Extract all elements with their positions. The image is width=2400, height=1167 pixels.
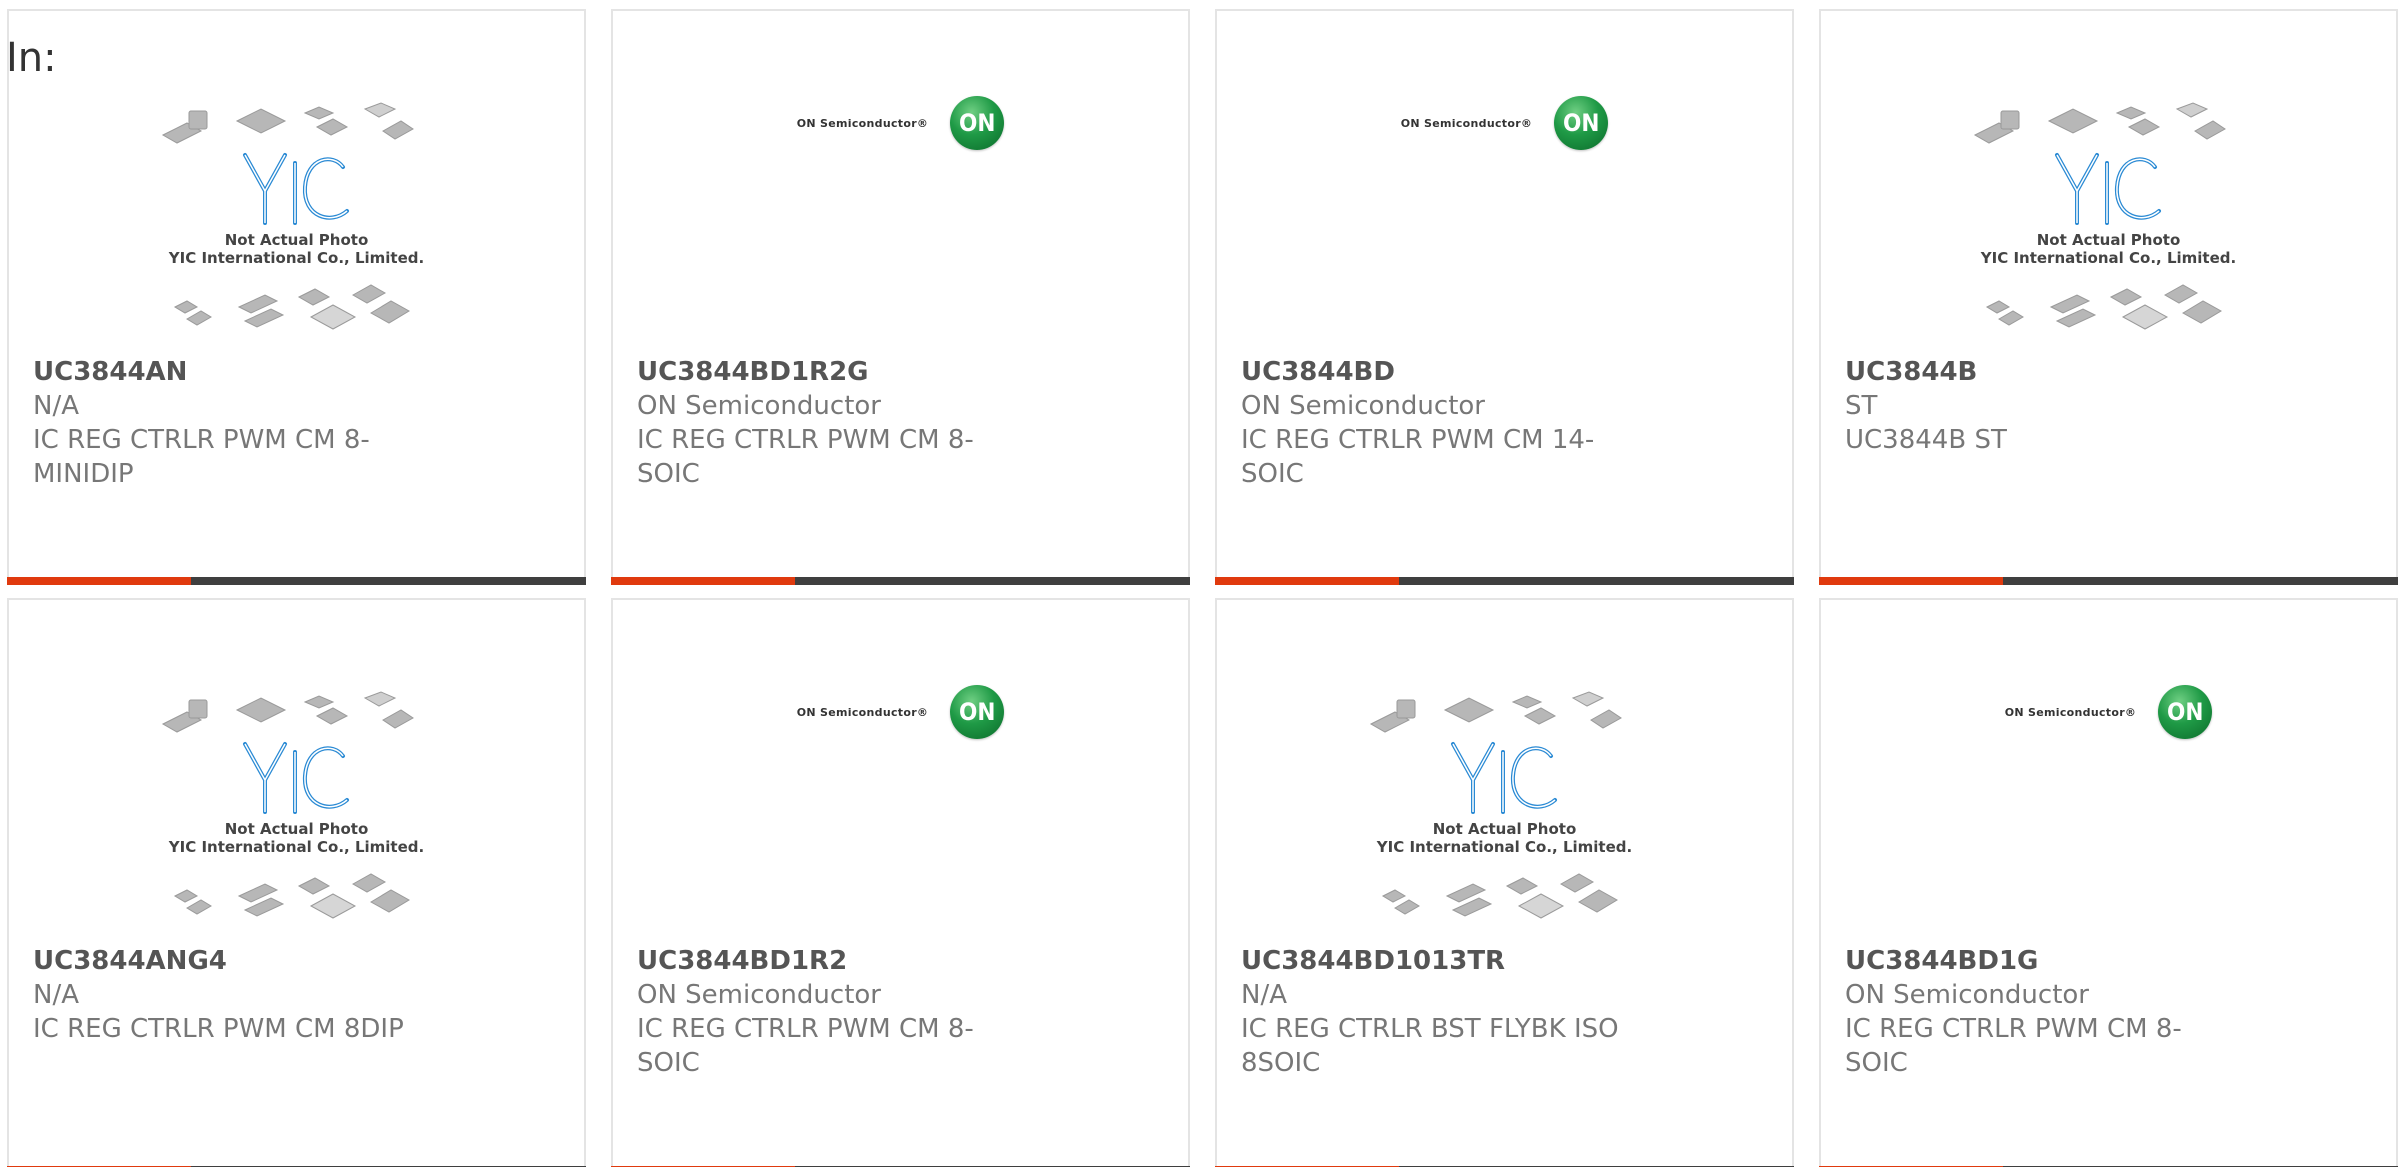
on-semiconductor-logo: ON Semiconductor® ON <box>796 96 1005 150</box>
part-number[interactable]: UC3844BD <box>1241 355 1768 389</box>
part-number[interactable]: UC3844BD1G <box>1845 944 2372 978</box>
yic-caption-line2: YIC International Co., Limited. <box>168 838 425 856</box>
yic-placeholder-image: Not Actual Photo YIC International Co., … <box>1969 93 2249 353</box>
product-card[interactable]: Not Actual Photo YIC International Co., … <box>1819 9 2398 585</box>
product-photo: ON Semiconductor® ON <box>1217 93 1792 353</box>
description: IC REG CTRLR PWM CM 8-SOIC <box>1845 1014 2182 1078</box>
yic-caption-line1: Not Actual Photo <box>224 820 369 838</box>
product-card[interactable]: Not Actual Photo YIC International Co., … <box>1215 598 1794 1167</box>
product-card[interactable]: ON Semiconductor® ON UC3844BD1R2G ON Sem… <box>611 9 1190 585</box>
description: IC REG CTRLR PWM CM 14-SOIC <box>1241 425 1595 489</box>
part-number[interactable]: UC3844BD1R2G <box>637 355 1164 389</box>
on-badge-icon: ON <box>2158 685 2213 739</box>
yic-caption-line1: Not Actual Photo <box>224 231 369 249</box>
on-logo-text: ON Semiconductor® <box>796 705 929 719</box>
yic-placeholder-image: Not Actual Photo YIC International Co., … <box>157 682 437 942</box>
product-photo: ON Semiconductor® ON <box>613 682 1188 942</box>
product-card[interactable]: Not Actual Photo YIC International Co., … <box>7 598 586 1167</box>
yic-caption-line2: YIC International Co., Limited. <box>168 249 425 267</box>
on-badge-icon: ON <box>1554 96 1609 150</box>
description: IC REG CTRLR PWM CM 8-SOIC <box>637 425 974 489</box>
part-number[interactable]: UC3844ANG4 <box>33 944 560 978</box>
product-photo: Not Actual Photo YIC International Co., … <box>1821 93 2396 353</box>
product-card[interactable]: Not Actual Photo YIC International Co., … <box>7 9 586 585</box>
part-number[interactable]: UC3844BD1013TR <box>1241 944 1768 978</box>
on-badge-icon: ON <box>950 96 1005 150</box>
chip-packages-icon <box>1973 102 2226 330</box>
description: IC REG CTRLR PWM CM 8-SOIC <box>637 1014 974 1078</box>
card-bottom-bar <box>611 577 1190 585</box>
on-logo-text: ON Semiconductor® <box>796 116 929 130</box>
chip-packages-icon <box>161 691 414 919</box>
product-photo: Not Actual Photo YIC International Co., … <box>9 93 584 353</box>
manufacturer: ON Semiconductor <box>1241 391 1485 421</box>
product-photo: Not Actual Photo YIC International Co., … <box>1217 682 1792 942</box>
product-card[interactable]: ON Semiconductor® ON UC3844BD1G ON Semic… <box>1819 598 2398 1167</box>
part-number[interactable]: UC3844BD1R2 <box>637 944 1164 978</box>
manufacturer: ON Semiconductor <box>1845 980 2089 1010</box>
card-bottom-bar <box>1819 577 2398 585</box>
product-photo: Not Actual Photo YIC International Co., … <box>9 682 584 942</box>
chip-packages-icon <box>161 102 414 330</box>
card-bottom-bar <box>1215 577 1794 585</box>
manufacturer: N/A <box>33 391 79 421</box>
description: IC REG CTRLR BST FLYBK ISO 8SOIC <box>1241 1014 1619 1078</box>
product-photo: ON Semiconductor® ON <box>613 93 1188 353</box>
yic-placeholder-image: Not Actual Photo YIC International Co., … <box>1365 682 1645 942</box>
part-number[interactable]: UC3844B <box>1845 355 2372 389</box>
on-semiconductor-logo: ON Semiconductor® ON <box>1400 96 1609 150</box>
product-card[interactable]: ON Semiconductor® ON UC3844BD1R2 ON Semi… <box>611 598 1190 1167</box>
on-semiconductor-logo: ON Semiconductor® ON <box>796 685 1005 739</box>
description: UC3844B ST <box>1845 425 2007 455</box>
manufacturer: ON Semiconductor <box>637 391 881 421</box>
product-photo: ON Semiconductor® ON <box>1821 682 2396 942</box>
yic-caption-line1: Not Actual Photo <box>2036 231 2181 249</box>
manufacturer: N/A <box>1241 980 1287 1010</box>
part-number[interactable]: UC3844AN <box>33 355 560 389</box>
yic-caption-line1: Not Actual Photo <box>1432 820 1577 838</box>
manufacturer: ST <box>1845 391 1878 421</box>
on-badge-icon: ON <box>950 685 1005 739</box>
yic-caption-line2: YIC International Co., Limited. <box>1376 838 1633 856</box>
description: IC REG CTRLR PWM CM 8-MINIDIP <box>33 425 370 489</box>
on-logo-text: ON Semiconductor® <box>1400 116 1533 130</box>
description: IC REG CTRLR PWM CM 8DIP <box>33 1014 404 1044</box>
search-prefix-label: In: <box>6 35 57 81</box>
on-logo-text: ON Semiconductor® <box>2004 705 2137 719</box>
chip-packages-icon <box>1369 691 1622 919</box>
on-semiconductor-logo: ON Semiconductor® ON <box>2004 685 2213 739</box>
product-card[interactable]: ON Semiconductor® ON UC3844BD ON Semicon… <box>1215 9 1794 585</box>
manufacturer: ON Semiconductor <box>637 980 881 1010</box>
yic-caption-line2: YIC International Co., Limited. <box>1980 249 2237 267</box>
manufacturer: N/A <box>33 980 79 1010</box>
yic-placeholder-image: Not Actual Photo YIC International Co., … <box>157 93 437 353</box>
card-bottom-bar <box>7 577 586 585</box>
